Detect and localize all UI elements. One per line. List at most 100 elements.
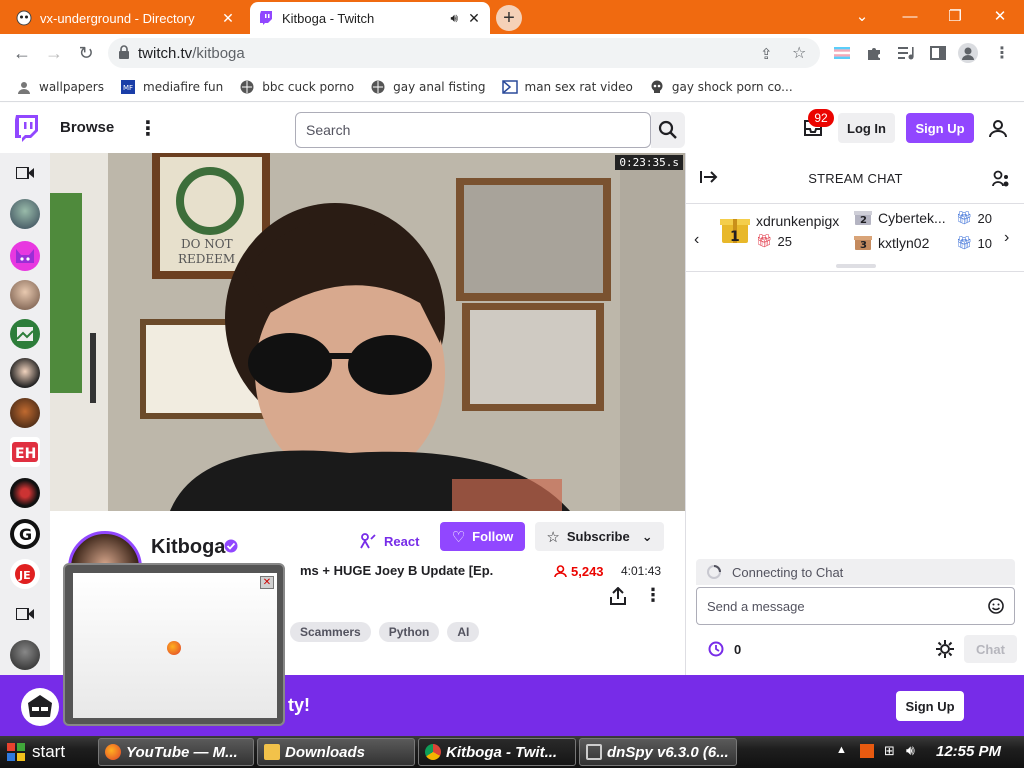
channel-points[interactable]: 0 [708, 641, 741, 657]
start-button[interactable]: start [6, 742, 65, 762]
task-downloads[interactable]: Downloads [257, 738, 415, 766]
bookmark-item[interactable]: wallpapers [16, 79, 104, 95]
tab-kitboga-twitch[interactable]: Kitboga - Twitch 🔊︎ ✕ [250, 2, 490, 34]
gifter-name[interactable]: Cybertek... [878, 210, 946, 226]
bookmarks-bar: wallpapers MF mediafire fun bbc cuck por… [0, 72, 1024, 102]
bookmark-item[interactable]: gay shock porn co... [649, 79, 793, 95]
channel-name[interactable]: Kitboga [151, 536, 225, 559]
more-options-icon[interactable]: ⋮ [644, 585, 662, 606]
log-in-button[interactable]: Log In [838, 113, 895, 143]
bookmark-item[interactable]: MF mediafire fun [120, 79, 223, 95]
start-label: start [32, 742, 66, 761]
user-menu-icon[interactable] [989, 120, 1007, 141]
tag-python[interactable]: Python [378, 622, 440, 642]
minimize-button[interactable]: — [890, 4, 930, 28]
address-bar[interactable]: twitch.tv/kitboga ⇪ ☆ [108, 38, 820, 68]
chat-input-placeholder: Send a message [707, 598, 805, 614]
chat-settings-gear-icon[interactable] [936, 640, 954, 661]
gift-icon: 🎁︎ [956, 235, 973, 250]
maximize-button[interactable]: ❐ [935, 4, 975, 28]
bookmark-star-icon[interactable]: ☆ [792, 43, 806, 63]
stream-uptime: 4:01:43 [621, 564, 662, 578]
show-hidden-icons-icon[interactable]: ▲ [836, 744, 847, 756]
share-icon[interactable] [610, 586, 626, 608]
channel-avatar[interactable] [10, 358, 40, 388]
floating-popup-window[interactable]: ✕ [63, 563, 285, 726]
channel-avatar[interactable] [10, 199, 40, 229]
kebab-menu-icon[interactable]: ⋮ [992, 43, 1012, 63]
tag-scammers[interactable]: Scammers [290, 622, 371, 642]
chevron-left-icon[interactable]: ‹ [694, 231, 699, 249]
subscribe-button[interactable]: ☆ Subscribe ⌄ [535, 522, 664, 551]
chevron-right-icon[interactable]: › [1004, 229, 1009, 247]
windows-taskbar: start YouTube — M... Downloads Kitboga -… [0, 736, 1024, 768]
volume-icon[interactable]: 🔊︎ [906, 742, 915, 759]
more-options-icon[interactable]: ⋮ [138, 116, 158, 141]
tray-app-icon[interactable] [860, 744, 874, 758]
extensions-puzzle-icon[interactable] [864, 43, 884, 63]
chrome-icon [425, 744, 441, 760]
channel-avatar[interactable]: JE [10, 559, 40, 589]
channel-points-icon [708, 641, 724, 657]
new-tab-button[interactable]: + [496, 5, 522, 31]
network-icon[interactable]: ⊞ [884, 743, 895, 759]
channel-avatar[interactable]: G [10, 519, 40, 549]
chat-message-input[interactable]: Send a message [696, 587, 1015, 625]
tab-vx-underground[interactable]: vx-underground - Directory ✕ [8, 2, 244, 34]
channel-avatar[interactable] [10, 478, 40, 508]
close-tab-icon[interactable]: ✕ [220, 10, 236, 27]
banner-sign-up-button[interactable]: Sign Up [896, 691, 964, 721]
profile-avatar-icon[interactable] [958, 43, 978, 63]
bookmark-item[interactable]: man sex rat video [501, 79, 633, 95]
task-kitboga-chrome[interactable]: Kitboga - Twit... [418, 738, 576, 766]
globe-icon [370, 79, 386, 95]
popup-close-icon[interactable]: ✕ [260, 576, 274, 589]
forward-arrow-icon[interactable]: → [42, 41, 66, 65]
share-icon[interactable]: ⇪ [760, 45, 773, 63]
task-dnspy[interactable]: dnSpy v6.3.0 (6... [579, 738, 737, 766]
video-timestamp: 0:23:35.s [615, 155, 683, 170]
gifter-name[interactable]: kxtlyn02 [878, 235, 929, 251]
connecting-status: Connecting to Chat [696, 559, 1015, 585]
glitch-mascot-icon [20, 687, 60, 727]
extension-flag-icon[interactable] [832, 43, 852, 63]
channel-avatar[interactable] [10, 280, 40, 310]
back-arrow-icon[interactable]: ← [10, 41, 34, 65]
task-youtube[interactable]: YouTube — M... [98, 738, 254, 766]
svg-text:3: 3 [860, 240, 867, 251]
gift-count: 🎁︎ 25 [756, 233, 792, 249]
react-button[interactable]: React [360, 527, 419, 555]
video-player[interactable]: DO NOT REDEEM 0:23:35.s [50, 153, 685, 511]
channel-avatar[interactable] [10, 319, 40, 349]
bookmark-item[interactable]: bbc cuck porno [239, 79, 354, 95]
tag-list: Scammers Python AI [290, 622, 480, 642]
follow-button[interactable]: ♡ Follow [440, 522, 525, 551]
sign-up-button[interactable]: Sign Up [906, 113, 974, 143]
side-panel-icon[interactable] [928, 43, 948, 63]
gifter-name[interactable]: xdrunkenpigx [756, 213, 839, 229]
firefox-icon [167, 641, 181, 655]
channel-avatar[interactable] [10, 241, 40, 271]
twitch-logo-icon[interactable] [12, 115, 38, 146]
channel-avatar[interactable] [10, 640, 40, 670]
twitch-favicon-icon [258, 10, 274, 26]
spinner-icon [707, 565, 721, 579]
channel-avatar[interactable] [10, 398, 40, 428]
bookmark-item[interactable]: gay anal fisting [370, 79, 486, 95]
close-window-button[interactable]: ✕ [980, 4, 1020, 28]
chat-send-button[interactable]: Chat [964, 635, 1017, 663]
close-tab-icon[interactable]: ✕ [466, 10, 482, 27]
community-icon[interactable] [992, 170, 1010, 191]
speaker-icon[interactable]: 🔊︎ [450, 11, 458, 26]
reload-icon[interactable]: ↻ [74, 41, 98, 65]
channel-avatar[interactable]: EH [10, 437, 40, 467]
stream-title: ms + HUGE Joey B Update [Ep. [300, 563, 494, 578]
tab-search-icon[interactable]: ⌄ [842, 4, 882, 28]
search-icon [658, 120, 677, 139]
emoji-picker-icon[interactable] [988, 598, 1004, 617]
browse-link[interactable]: Browse [60, 119, 114, 136]
search-button[interactable] [651, 112, 685, 148]
search-input[interactable]: Search [295, 112, 651, 148]
media-control-icon[interactable] [896, 43, 916, 63]
tag-ai[interactable]: AI [447, 622, 480, 642]
